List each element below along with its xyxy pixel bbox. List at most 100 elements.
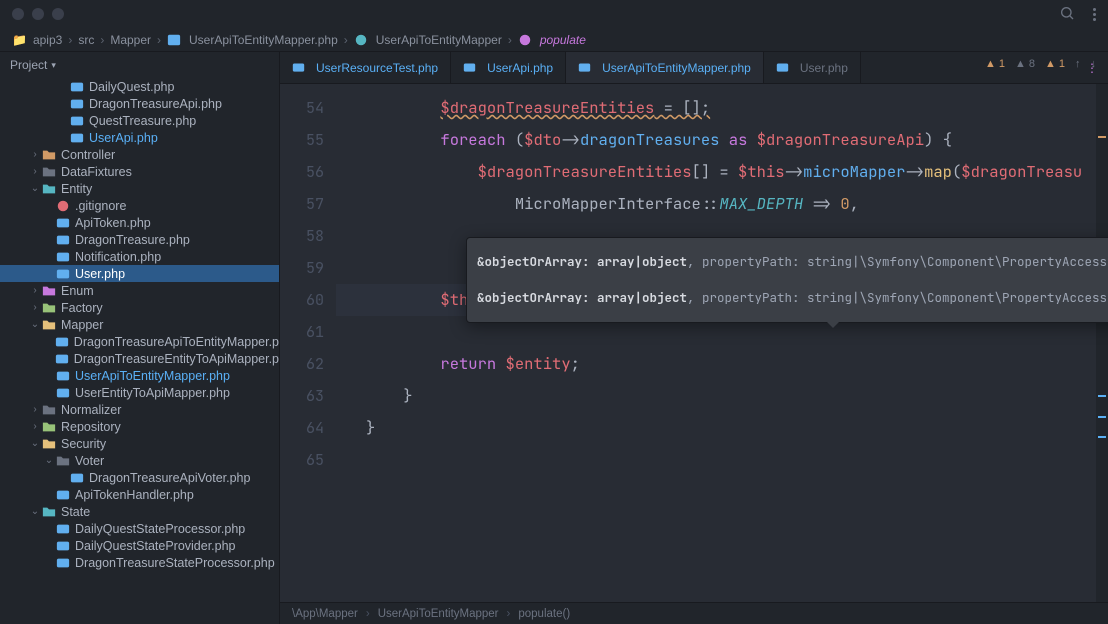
file-item[interactable]: DragonTreasureApiVoter.php <box>0 469 279 486</box>
folder-icon <box>56 454 70 468</box>
chevron-icon[interactable]: › <box>28 404 42 415</box>
folder-icon <box>42 148 56 162</box>
bottom-breadcrumbs: \App\Mapper › UserApiToEntityMapper › po… <box>280 602 1108 624</box>
search-icon[interactable] <box>1059 5 1075 24</box>
code-editor[interactable]: $dragonTreasureEntities = []; foreach ($… <box>336 84 1108 602</box>
class-icon <box>354 33 368 47</box>
tab-label: User.php <box>800 61 848 75</box>
folder-item[interactable]: › Enum <box>0 282 279 299</box>
php-file-icon <box>55 335 69 349</box>
folder-item[interactable]: ⌄Security <box>0 435 279 452</box>
folder-item[interactable]: ›Normalizer <box>0 401 279 418</box>
folder-item[interactable]: ⌄Entity <box>0 180 279 197</box>
file-item[interactable]: DailyQuest.php <box>0 78 279 95</box>
line-numbers: 545556575859606162636465 <box>280 84 336 602</box>
editor-tab[interactable]: UserApi.php <box>451 52 566 83</box>
inspections-widget[interactable]: ▲1 ▲8 ▲1 ↑ ↓ <box>985 58 1096 70</box>
bc-namespace[interactable]: \App\Mapper <box>292 608 358 620</box>
folder-icon <box>42 505 56 519</box>
sidebar-title: Project <box>10 58 47 72</box>
project-sidebar: Project ▾ DailyQuest.phpDragonTreasureAp… <box>0 52 280 624</box>
folder-item[interactable]: ›Repository <box>0 418 279 435</box>
folder-item[interactable]: ⌄Voter <box>0 452 279 469</box>
bc-method[interactable]: populate() <box>518 608 570 620</box>
php-file-icon <box>70 114 84 128</box>
bc-item[interactable]: UserApiToEntityMapper <box>376 33 502 47</box>
bc-class[interactable]: UserApiToEntityMapper <box>378 608 499 620</box>
php-file-icon <box>167 33 181 47</box>
php-file-icon <box>56 233 70 247</box>
php-file-icon <box>56 522 70 536</box>
file-item[interactable]: DailyQuestStateProcessor.php <box>0 520 279 537</box>
file-item[interactable]: UserApiToEntityMapper.php <box>0 367 279 384</box>
close-window[interactable] <box>12 8 24 20</box>
tree-label: UserEntityToApiMapper.php <box>75 386 230 400</box>
file-item[interactable]: UserEntityToApiMapper.php <box>0 384 279 401</box>
folder-item[interactable]: › Factory <box>0 299 279 316</box>
zoom-window[interactable] <box>52 8 64 20</box>
folder-item[interactable]: ›Controller <box>0 146 279 163</box>
chevron-right-icon: › <box>68 33 72 47</box>
chevron-icon[interactable]: ⌄ <box>28 506 42 517</box>
php-file-icon <box>56 386 70 400</box>
file-item[interactable]: Notification.php <box>0 248 279 265</box>
chevron-icon[interactable]: › <box>28 302 42 313</box>
file-item[interactable]: QuestTreasure.php <box>0 112 279 129</box>
php-file-icon <box>70 80 84 94</box>
folder-item[interactable]: ⌄State <box>0 503 279 520</box>
tree-label: .gitignore <box>75 199 126 213</box>
file-item[interactable]: DailyQuestStateProvider.php <box>0 537 279 554</box>
warning-count[interactable]: ▲1 <box>985 58 1005 70</box>
file-item[interactable]: ApiToken.php <box>0 214 279 231</box>
sidebar-header[interactable]: Project ▾ <box>0 52 279 78</box>
file-item[interactable]: DragonTreasureApiToEntityMapper.p <box>0 333 279 350</box>
folder-item[interactable]: ›DataFixtures <box>0 163 279 180</box>
tree-label: Factory <box>61 301 103 315</box>
editor-tab[interactable]: UserApiToEntityMapper.php <box>566 52 764 83</box>
bc-item[interactable]: apip3 <box>33 33 62 47</box>
editor-tab[interactable]: User.php <box>764 52 861 83</box>
weak-warning-count[interactable]: ▲8 <box>1015 58 1035 70</box>
bc-item[interactable]: src <box>78 33 94 47</box>
editor-area: UserResourceTest.phpUserApi.phpUserApiTo… <box>280 52 1108 624</box>
file-item[interactable]: .gitignore <box>0 197 279 214</box>
php-file-icon <box>70 131 84 145</box>
chevron-icon[interactable]: › <box>28 166 42 177</box>
folder-item[interactable]: ⌄Mapper <box>0 316 279 333</box>
chevron-icon[interactable]: › <box>28 421 42 432</box>
bc-item[interactable]: populate <box>540 33 586 47</box>
tree-label: DailyQuestStateProcessor.php <box>75 522 245 536</box>
php-file-icon <box>56 556 70 570</box>
file-item[interactable]: DragonTreasureEntityToApiMapper.p <box>0 350 279 367</box>
bc-item[interactable]: UserApiToEntityMapper.php <box>189 33 338 47</box>
file-item[interactable]: DragonTreasure.php <box>0 231 279 248</box>
chevron-icon[interactable]: ⌄ <box>28 438 42 449</box>
folder-icon <box>42 318 56 332</box>
file-item[interactable]: DragonTreasureStateProcessor.php <box>0 554 279 571</box>
file-tree[interactable]: DailyQuest.phpDragonTreasureApi.phpQuest… <box>0 78 279 624</box>
tree-label: DailyQuest.php <box>89 80 174 94</box>
file-item[interactable]: DragonTreasureApi.php <box>0 95 279 112</box>
chevron-icon[interactable]: ⌄ <box>42 455 56 466</box>
file-item[interactable]: User.php <box>0 265 279 282</box>
file-item[interactable]: UserApi.php <box>0 129 279 146</box>
prev-highlight[interactable]: ↑ <box>1075 58 1081 70</box>
chevron-icon[interactable]: › <box>28 149 42 160</box>
chevron-icon[interactable]: › <box>28 285 42 296</box>
chevron-icon[interactable]: ⌄ <box>28 183 42 194</box>
tree-label: Enum <box>61 284 94 298</box>
next-highlight[interactable]: ↓ <box>1091 58 1097 70</box>
file-item[interactable]: ApiTokenHandler.php <box>0 486 279 503</box>
bc-item[interactable]: Mapper <box>110 33 151 47</box>
more-icon[interactable] <box>1093 8 1096 21</box>
editor-tab[interactable]: UserResourceTest.php <box>280 52 451 83</box>
parameter-hint-popup: &objectOrArray: array|object, propertyPa… <box>466 237 1108 323</box>
folder-icon <box>42 284 56 298</box>
error-stripe[interactable] <box>1096 84 1108 602</box>
php-file-icon <box>776 61 789 74</box>
typo-count[interactable]: ▲1 <box>1045 58 1065 70</box>
php-file-icon <box>56 250 70 264</box>
chevron-icon[interactable]: ⌄ <box>28 319 42 330</box>
folder-icon <box>42 420 56 434</box>
minimize-window[interactable] <box>32 8 44 20</box>
